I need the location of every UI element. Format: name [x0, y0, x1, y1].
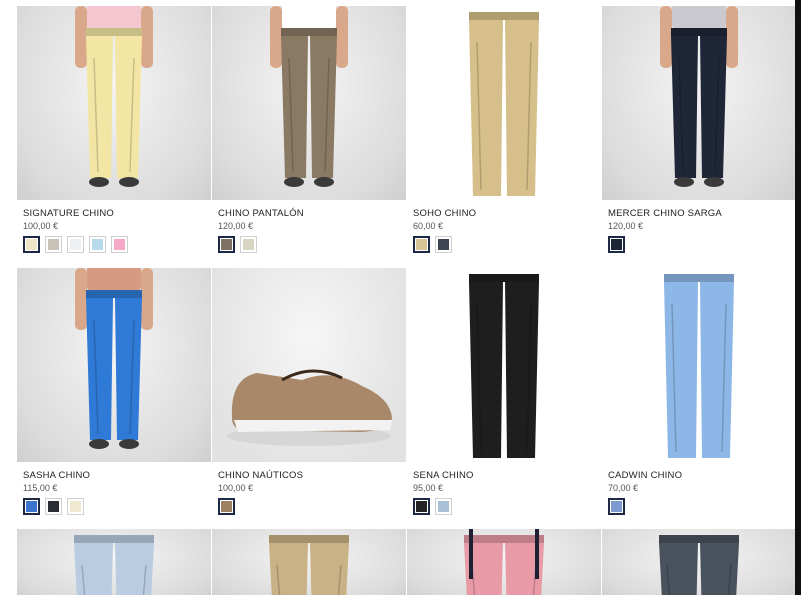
light-blue-shorts-image[interactable] — [17, 529, 211, 595]
product-card[interactable] — [17, 529, 211, 595]
product-card[interactable] — [407, 529, 601, 595]
product-card[interactable]: SENA CHINO 95,00 € — [407, 268, 601, 529]
product-info: CHINO NAÚTICOS 100,00 € — [212, 462, 406, 515]
color-swatches — [23, 498, 211, 515]
product-info: CHINO PANTALÓN 120,00 € — [212, 200, 406, 253]
product-info: SIGNATURE CHINO 100,00 € — [17, 200, 211, 253]
product-card[interactable]: CADWIN CHINO 70,00 € — [602, 268, 796, 529]
color-swatches — [218, 498, 406, 515]
product-card[interactable]: CHINO NAÚTICOS 100,00 € — [212, 268, 406, 529]
khaki-shorts-image[interactable] — [212, 529, 406, 595]
product-info: MERCER CHINO SARGA 120,00 € — [602, 200, 796, 253]
product-card[interactable]: SOHO CHINO 60,00 € — [407, 6, 601, 267]
color-swatch[interactable] — [218, 498, 235, 515]
khaki-chino-image[interactable] — [407, 6, 601, 200]
color-swatch[interactable] — [413, 236, 430, 253]
product-price: 70,00 € — [608, 483, 639, 493]
model-blue-chino-image[interactable] — [17, 268, 211, 462]
product-name[interactable]: SIGNATURE CHINO — [23, 208, 211, 219]
product-row-partial — [17, 529, 795, 595]
product-card[interactable] — [212, 529, 406, 595]
color-swatch[interactable] — [45, 236, 62, 253]
product-price: 100,00 € — [23, 221, 59, 231]
color-swatch[interactable] — [45, 498, 62, 515]
model-navy-chino-image[interactable] — [602, 6, 796, 200]
product-info: SASHA CHINO 115,00 € — [17, 462, 211, 515]
product-price: 115,00 € — [23, 483, 58, 493]
product-card[interactable] — [602, 529, 795, 595]
black-chino-image[interactable] — [407, 268, 601, 462]
color-swatches — [23, 236, 211, 253]
grey-shorts-image[interactable] — [602, 529, 795, 595]
color-swatch[interactable] — [413, 498, 430, 515]
product-row: SIGNATURE CHINO 100,00 € CHINO PANTALÓN 120… — [17, 6, 796, 267]
product-price: 120,00 € — [218, 221, 254, 231]
model-yellow-chino-image[interactable] — [17, 6, 211, 200]
product-price: 100,00 € — [218, 483, 254, 493]
product-info: SENA CHINO 95,00 € — [407, 462, 601, 515]
color-swatch[interactable] — [23, 236, 40, 253]
color-swatch[interactable] — [89, 236, 106, 253]
boat-shoe-image[interactable] — [212, 268, 406, 462]
color-swatches — [608, 498, 796, 515]
pink-shorts-suspenders-image[interactable] — [407, 529, 601, 595]
color-swatches — [608, 236, 796, 253]
product-name[interactable]: SENA CHINO — [413, 470, 601, 481]
color-swatch[interactable] — [435, 498, 452, 515]
product-name[interactable]: CADWIN CHINO — [608, 470, 796, 481]
light-blue-chino-image[interactable] — [602, 268, 796, 462]
color-swatch[interactable] — [67, 498, 84, 515]
product-card[interactable]: SASHA CHINO 115,00 € — [17, 268, 211, 529]
product-name[interactable]: CHINO PANTALÓN — [218, 208, 406, 219]
color-swatch[interactable] — [608, 498, 625, 515]
color-swatch[interactable] — [67, 236, 84, 253]
color-swatch[interactable] — [23, 498, 40, 515]
product-name[interactable]: CHINO NAÚTICOS — [218, 470, 406, 481]
color-swatch[interactable] — [608, 236, 625, 253]
color-swatch[interactable] — [240, 236, 257, 253]
color-swatch[interactable] — [435, 236, 452, 253]
product-info: CADWIN CHINO 70,00 € — [602, 462, 796, 515]
product-row: SASHA CHINO 115,00 € CHINO NAÚTICOS 100,00 … — [17, 268, 796, 529]
product-name[interactable]: MERCER CHINO SARGA — [608, 208, 796, 219]
product-price: 60,00 € — [413, 221, 444, 231]
color-swatches — [218, 236, 406, 253]
product-grid: SIGNATURE CHINO 100,00 € CHINO PANTALÓN 120… — [17, 6, 796, 595]
model-taupe-chino-image[interactable] — [212, 6, 406, 200]
color-swatch[interactable] — [111, 236, 128, 253]
color-swatches — [413, 236, 601, 253]
product-name[interactable]: SASHA CHINO — [23, 470, 211, 481]
color-swatches — [413, 498, 601, 515]
product-name[interactable]: SOHO CHINO — [413, 208, 601, 219]
color-swatch[interactable] — [218, 236, 235, 253]
scrollbar[interactable] — [795, 0, 801, 595]
product-info: SOHO CHINO 60,00 € — [407, 200, 601, 253]
product-price: 120,00 € — [608, 221, 644, 231]
product-card[interactable]: MERCER CHINO SARGA 120,00 € — [602, 6, 796, 267]
product-card[interactable]: SIGNATURE CHINO 100,00 € — [17, 6, 211, 267]
product-card[interactable]: CHINO PANTALÓN 120,00 € — [212, 6, 406, 267]
product-price: 95,00 € — [413, 483, 444, 493]
